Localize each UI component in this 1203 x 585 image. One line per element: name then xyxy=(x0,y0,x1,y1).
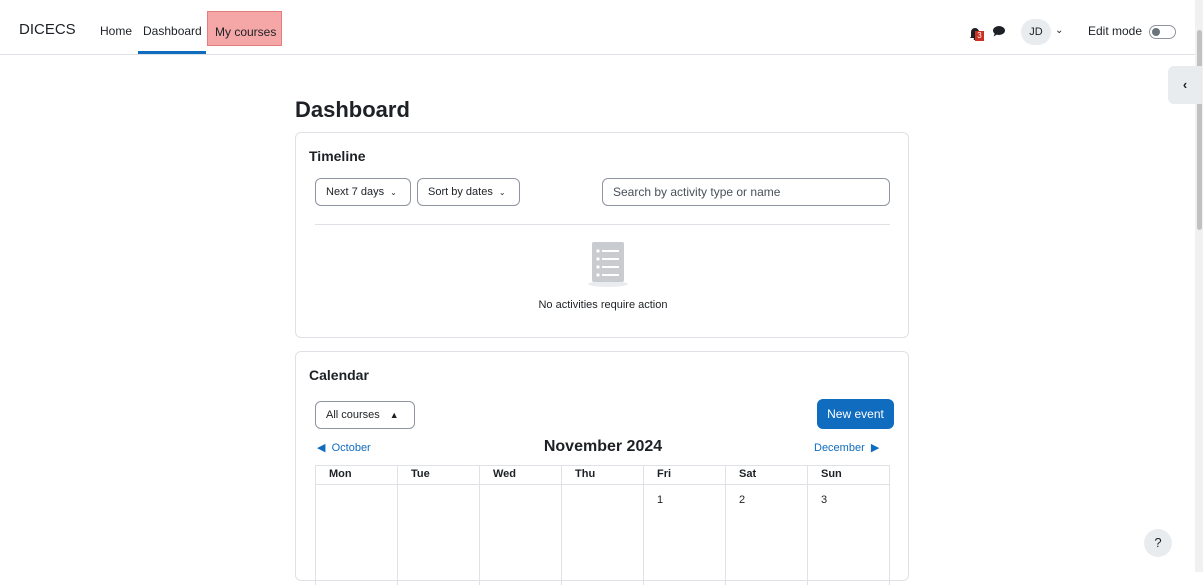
open-drawer-button[interactable]: ‹ xyxy=(1168,66,1202,104)
weekday-thu: Thu xyxy=(575,468,596,480)
nav-my-courses[interactable]: My courses xyxy=(207,11,282,46)
nav-my-courses-label: My courses xyxy=(215,25,277,39)
course-select-value: All courses xyxy=(326,409,380,421)
calendar-block: Calendar All courses ▲︎ New event ◀︎ Octo… xyxy=(295,351,909,585)
activities-list-icon xyxy=(588,242,628,287)
chevron-down-icon: ⌄ xyxy=(498,188,506,197)
calendar-grid-line xyxy=(315,465,316,585)
weekday-sun: Sun xyxy=(821,468,842,480)
site-brand[interactable]: DICECS xyxy=(19,21,76,38)
course-select[interactable]: All courses ▲︎ xyxy=(315,401,415,429)
next-month-link[interactable]: December ▶︎ xyxy=(814,441,879,454)
chevron-down-icon[interactable]: ⌄ xyxy=(1055,25,1063,36)
top-navbar: DICECS Home Dashboard My courses 3 JD ⌄ … xyxy=(0,0,1203,55)
timeline-filter-dropdown[interactable]: Next 7 days ⌄ xyxy=(315,178,411,206)
scrollbar-thumb[interactable] xyxy=(1197,30,1202,230)
calendar-title: Calendar xyxy=(309,367,369,383)
timeline-filter-label: Next 7 days xyxy=(326,186,385,198)
new-event-button[interactable]: New event xyxy=(817,399,894,429)
edit-mode-toggle[interactable] xyxy=(1149,25,1176,39)
calendar-grid-line xyxy=(479,465,480,585)
timeline-divider xyxy=(315,224,890,225)
nav-home[interactable]: Home xyxy=(100,24,132,38)
help-button[interactable]: ? xyxy=(1144,529,1172,557)
sort-arrows-icon: ▲︎ xyxy=(389,410,399,420)
calendar-grid-line xyxy=(725,465,726,585)
calendar-grid-line xyxy=(807,465,808,585)
weekday-sat: Sat xyxy=(739,468,757,480)
calendar-grid-line xyxy=(643,465,644,585)
edit-mode-label: Edit mode xyxy=(1088,24,1143,38)
weekday-fri: Fri xyxy=(657,468,672,480)
calendar-grid-line xyxy=(889,465,890,585)
calendar-grid-line xyxy=(397,465,398,585)
timeline-title: Timeline xyxy=(309,148,366,164)
arrow-right-icon: ▶︎ xyxy=(870,442,880,454)
weekday-tue: Tue xyxy=(411,468,430,480)
timeline-search-input[interactable] xyxy=(602,178,890,206)
chevron-left-icon: ‹ xyxy=(1182,77,1188,92)
empty-activities-message: No activities require action xyxy=(538,299,668,311)
user-avatar[interactable]: JD xyxy=(1021,19,1051,45)
timeline-sort-dropdown[interactable]: Sort by dates ⌄ xyxy=(417,178,520,206)
page-title: Dashboard xyxy=(295,97,410,122)
calendar-grid-line xyxy=(561,465,562,585)
nav-dashboard[interactable]: Dashboard xyxy=(143,24,202,38)
toggle-knob xyxy=(1152,28,1160,36)
notification-badge: 3 xyxy=(975,31,984,41)
calendar-day-1[interactable]: 1 xyxy=(657,494,663,506)
timeline-block: Timeline Next 7 days ⌄ Sort by dates ⌄ No … xyxy=(295,132,909,338)
calendar-day-2[interactable]: 2 xyxy=(739,494,745,506)
weekday-wed: Wed xyxy=(493,468,517,480)
timeline-sort-label: Sort by dates xyxy=(428,186,493,198)
next-month-label: December xyxy=(814,442,865,454)
calendar-day-3[interactable]: 3 xyxy=(821,494,827,506)
nav-active-indicator xyxy=(138,51,206,54)
chat-icon[interactable] xyxy=(992,25,1006,37)
weekday-mon: Mon xyxy=(329,468,352,480)
chevron-down-icon: ⌄ xyxy=(390,188,397,197)
calendar-weekday-row xyxy=(315,465,890,485)
